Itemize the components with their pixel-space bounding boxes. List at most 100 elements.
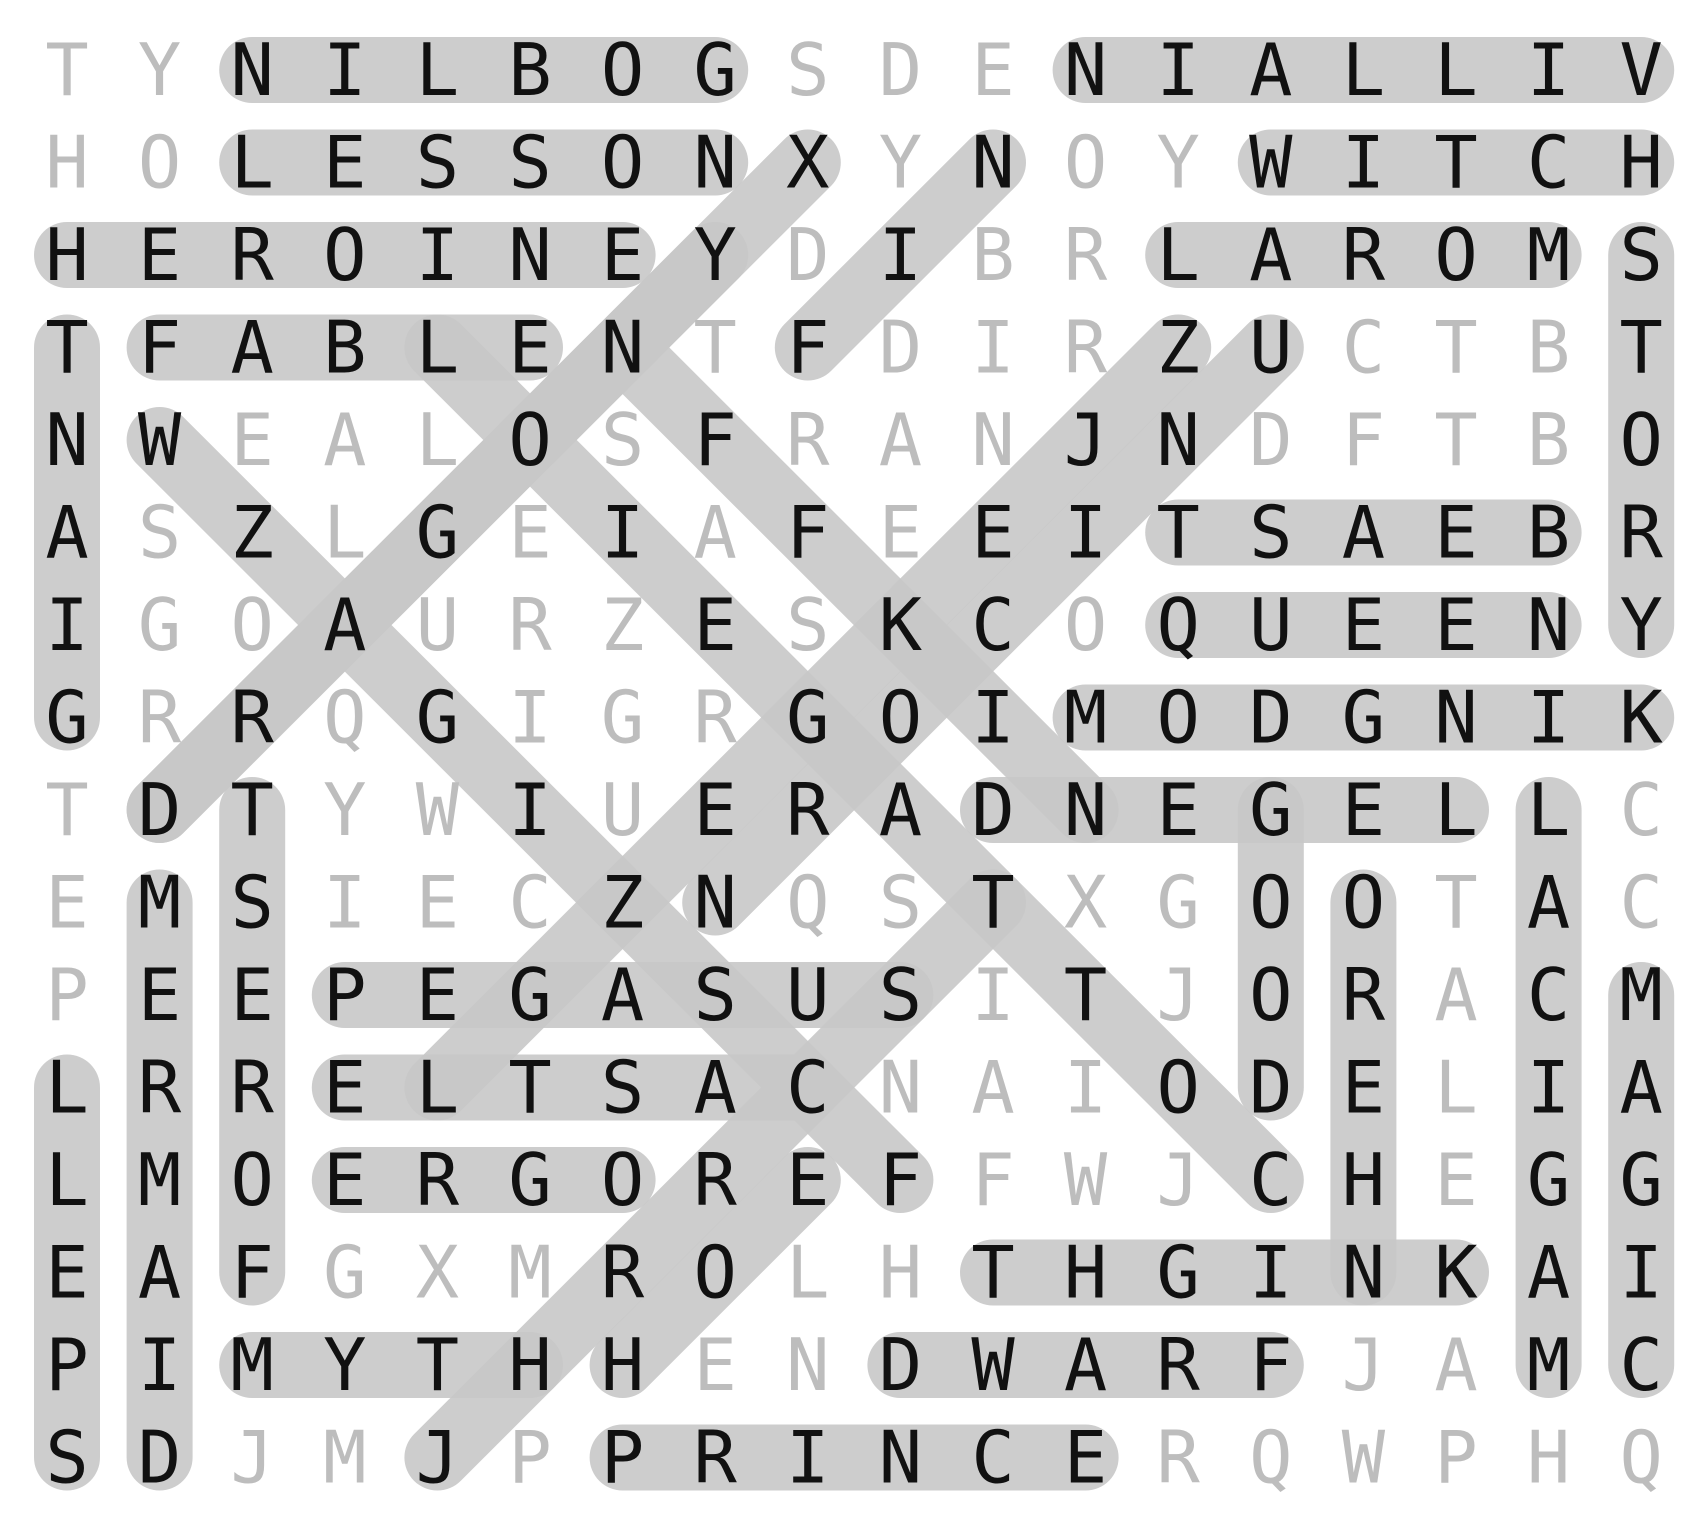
grid-letter[interactable]: K	[1434, 1231, 1478, 1315]
grid-letter[interactable]: R	[1157, 1323, 1201, 1407]
grid-letter[interactable]: W	[1249, 121, 1293, 205]
grid-letter[interactable]: T	[1157, 491, 1200, 575]
grid-letter[interactable]: G	[1527, 1138, 1570, 1222]
grid-letter[interactable]: E	[323, 121, 366, 205]
grid-letter[interactable]: F	[231, 1231, 274, 1315]
grid-letter[interactable]: E	[1342, 1046, 1385, 1130]
grid-letter[interactable]: L	[1434, 768, 1477, 852]
grid-letter[interactable]: I	[323, 28, 366, 112]
grid-letter[interactable]: H	[45, 121, 88, 205]
grid-letter[interactable]: I	[416, 213, 459, 297]
grid-letter[interactable]: S	[45, 1416, 88, 1500]
grid-letter[interactable]: L	[786, 1231, 829, 1315]
grid-letter[interactable]: F	[971, 1138, 1014, 1222]
grid-letter[interactable]: H	[1342, 1138, 1385, 1222]
grid-letter[interactable]: I	[971, 306, 1014, 390]
grid-letter[interactable]: I	[1157, 28, 1200, 112]
grid-letter[interactable]: O	[601, 121, 644, 205]
grid-letter[interactable]: N	[879, 1416, 922, 1500]
grid-letter[interactable]: A	[231, 306, 274, 390]
grid-letter[interactable]: S	[694, 953, 737, 1037]
grid-letter[interactable]: C	[971, 583, 1014, 667]
grid-letter[interactable]: A	[1249, 213, 1292, 297]
grid-letter[interactable]: Y	[879, 121, 922, 205]
grid-letter[interactable]: N	[1434, 676, 1477, 760]
grid-letter[interactable]: S	[879, 953, 922, 1037]
grid-letter[interactable]: E	[694, 768, 737, 852]
grid-letter[interactable]: G	[601, 676, 644, 760]
grid-letter[interactable]: O	[1249, 861, 1292, 945]
grid-letter[interactable]: H	[508, 1323, 551, 1407]
grid-letter[interactable]: Y	[694, 213, 737, 297]
grid-letter[interactable]: N	[694, 861, 737, 945]
grid-letter[interactable]: R	[1342, 953, 1386, 1037]
grid-letter[interactable]: R	[694, 676, 738, 760]
grid-letter[interactable]: G	[1342, 676, 1385, 760]
grid-letter[interactable]: R	[1064, 306, 1108, 390]
grid-letter[interactable]: A	[971, 1046, 1014, 1130]
grid-letter[interactable]: S	[601, 398, 644, 482]
grid-letter[interactable]: I	[138, 1323, 181, 1407]
grid-letter[interactable]: U	[601, 768, 644, 852]
grid-letter[interactable]: E	[508, 491, 551, 575]
grid-letter[interactable]: T	[971, 861, 1014, 945]
grid-letter[interactable]: K	[879, 583, 923, 667]
grid-letter[interactable]: N	[786, 1323, 829, 1407]
grid-letter[interactable]: W	[1342, 1416, 1386, 1500]
grid-letter[interactable]: C	[508, 861, 551, 945]
grid-letter[interactable]: T	[971, 1231, 1014, 1315]
grid-letter[interactable]: O	[138, 121, 181, 205]
grid-letter[interactable]: Y	[323, 768, 366, 852]
grid-letter[interactable]: N	[1064, 768, 1107, 852]
grid-letter[interactable]: E	[323, 1138, 366, 1222]
grid-letter[interactable]: G	[416, 491, 459, 575]
grid-letter[interactable]: N	[971, 121, 1014, 205]
grid-letter[interactable]: H	[1064, 1231, 1107, 1315]
grid-letter[interactable]: N	[1342, 1231, 1385, 1315]
grid-letter[interactable]: N	[694, 121, 737, 205]
grid-letter[interactable]: A	[1064, 1323, 1107, 1407]
grid-letter[interactable]: F	[786, 306, 829, 390]
grid-letter[interactable]: I	[1064, 1046, 1107, 1130]
grid-letter[interactable]: N	[45, 398, 88, 482]
grid-letter[interactable]: L	[45, 1046, 88, 1130]
grid-letter[interactable]: G	[508, 1138, 551, 1222]
grid-letter[interactable]: A	[879, 398, 922, 482]
grid-letter[interactable]: P	[45, 1323, 88, 1407]
grid-letter[interactable]: G	[694, 28, 737, 112]
grid-letter[interactable]: R	[1064, 213, 1108, 297]
grid-letter[interactable]: Z	[1157, 306, 1200, 390]
grid-letter[interactable]: B	[1527, 306, 1570, 390]
grid-letter[interactable]: I	[1527, 1046, 1570, 1130]
grid-letter[interactable]: A	[601, 953, 644, 1037]
grid-letter[interactable]: J	[416, 1416, 459, 1500]
grid-letter[interactable]: N	[879, 1046, 922, 1130]
grid-letter[interactable]: B	[1527, 398, 1570, 482]
grid-letter[interactable]: P	[508, 1416, 551, 1500]
grid-letter[interactable]: W	[971, 1323, 1015, 1407]
grid-letter[interactable]: U	[416, 583, 459, 667]
grid-letter[interactable]: E	[1434, 491, 1477, 575]
grid-letter[interactable]: E	[879, 491, 922, 575]
grid-letter[interactable]: U	[1249, 583, 1292, 667]
grid-letter[interactable]: O	[1434, 213, 1477, 297]
grid-letter[interactable]: E	[508, 306, 551, 390]
grid-letter[interactable]: M	[1620, 953, 1663, 1037]
grid-letter[interactable]: E	[694, 1323, 737, 1407]
grid-letter[interactable]: W	[1064, 1138, 1108, 1222]
grid-letter[interactable]: P	[601, 1416, 644, 1500]
grid-letter[interactable]: A	[694, 491, 737, 575]
grid-letter[interactable]: A	[323, 398, 366, 482]
grid-letter[interactable]: M	[138, 861, 181, 945]
grid-letter[interactable]: U	[786, 953, 829, 1037]
grid-letter[interactable]: G	[138, 583, 181, 667]
grid-letter[interactable]: R	[231, 676, 275, 760]
grid-letter[interactable]: T	[1620, 306, 1663, 390]
grid-letter[interactable]: J	[1342, 1323, 1385, 1407]
grid-letter[interactable]: X	[786, 121, 829, 205]
grid-letter[interactable]: M	[138, 1138, 181, 1222]
grid-letter[interactable]: D	[879, 28, 922, 112]
grid-letter[interactable]: D	[879, 1323, 922, 1407]
grid-letter[interactable]: C	[1620, 861, 1663, 945]
grid-letter[interactable]: E	[1157, 768, 1200, 852]
